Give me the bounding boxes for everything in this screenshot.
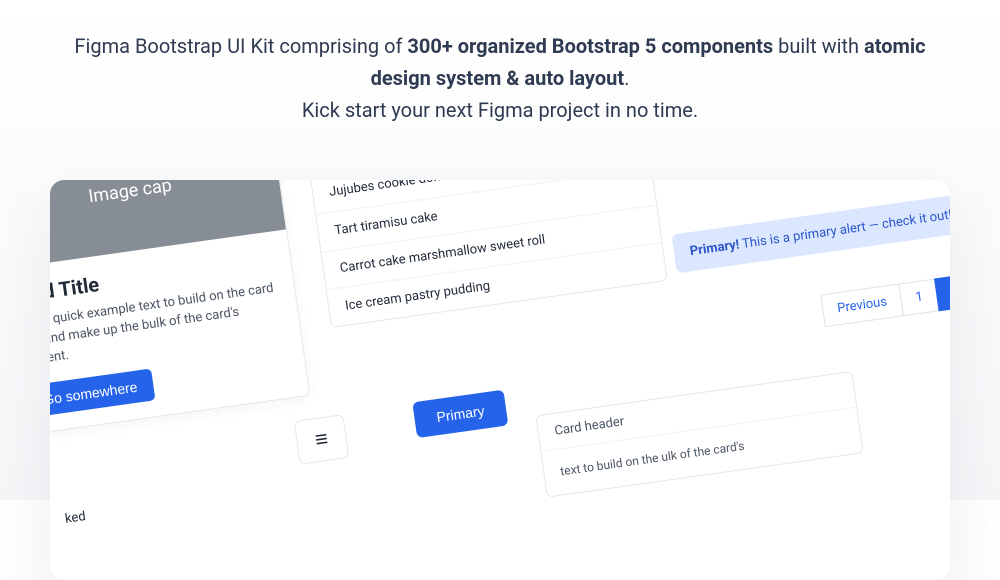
list-item-label: Ice cream pastry pudding [344,279,491,314]
showcase-panel: Image cap Card Title Some quick example … [50,180,950,580]
alert-text: This is a primary alert — check it out! [738,208,950,253]
hero-part: built with [773,34,864,58]
image-cap-label: Image cap [87,180,173,207]
hero-copy: Figma Bootstrap UI Kit comprising of 300… [0,0,1000,146]
go-somewhere-button[interactable]: Go somewhere [50,368,155,417]
demo-card: Image cap Card Title Some quick example … [50,180,310,437]
list-group: Bear claw 14 Bonbon toffee muffin 14 Juj… [298,180,667,328]
card-fragment: Card header text to build on the ulk of … [535,371,863,498]
primary-alert: Primary! This is a primary alert — check… [671,189,950,274]
hamburger-icon: ≡ [313,426,329,454]
hero-part: Figma Bootstrap UI Kit comprising of [74,34,407,58]
checkbox-fragment: ked [64,509,87,527]
list-item-label: Tart tiramisu cake [334,209,439,238]
page-previous[interactable]: Previous [820,283,904,327]
pagination: Previous 1 2 [821,273,950,327]
hamburger-button[interactable]: ≡ [294,414,350,465]
hero-line2: Kick start your next Figma project in no… [302,98,698,122]
hero-part: . [624,66,629,90]
page-1[interactable]: 1 [899,278,941,316]
hero-part: 300+ organized Bootstrap 5 components [407,34,773,58]
alert-strong: Primary! [689,237,740,259]
primary-button[interactable]: Primary [412,390,508,438]
